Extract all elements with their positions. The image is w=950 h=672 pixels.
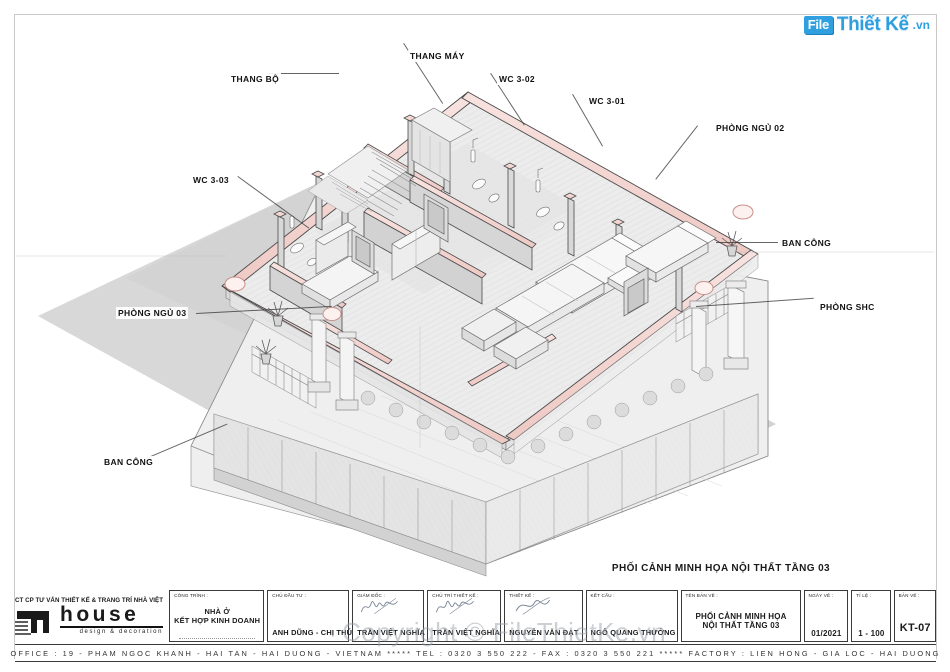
field-caption: TỈ LỆ :	[856, 593, 872, 598]
annotation-phong-ngu-02: PHÒNG NGỦ 02	[714, 122, 787, 134]
perspective-drawing: THANG MÁY THANG BỘ WC 3-02 WC 3-01 PHÒNG…	[16, 16, 934, 596]
filethietke-logo: File Thiết Kế .vn	[803, 14, 930, 36]
field-chu-dau-tu: CHỦ ĐẦU TƯ : ANH DŨNG - CHỊ THÚY	[267, 590, 358, 642]
field-thiet-ke: THIẾT KẾ : NGUYỄN VĂN ĐẠT	[504, 590, 583, 642]
sheet-footer: OFFICE : 19 - PHAM NGOC KHANH - HAI TAN …	[11, 644, 938, 662]
field-caption: CÔNG TRÌNH :	[174, 593, 209, 598]
field-value: NHÀ Ở KẾT HỢP KINH DOANH	[174, 606, 261, 625]
drawing-sheet: File Thiết Kế .vn THANG MÁY THANG BỘ WC …	[0, 0, 950, 672]
field-caption: GIÁM ĐỐC :	[357, 593, 385, 598]
field-caption: NGÀY VẼ :	[808, 593, 834, 598]
field-ban-ve: BẢN VẼ : KT-07	[893, 590, 936, 642]
field-ngay-ve: NGÀY VẼ : 01/2021	[803, 590, 849, 642]
field-ty-le: TỈ LỆ : 1 - 100	[851, 590, 891, 642]
field-ten-ban-ve: TÊN BẢN VẼ : PHỐI CẢNH MINH HỌA NỘI THẤT …	[680, 590, 801, 642]
field-caption: CHỦ ĐẦU TƯ :	[272, 593, 307, 598]
field-caption: TÊN BẢN VẼ :	[685, 593, 718, 598]
annotation-wc-3-01: WC 3-01	[587, 95, 627, 107]
field-value: NGUYỄN VĂN ĐẠT	[509, 628, 579, 638]
field-caption: KẾT CẤU :	[590, 593, 615, 598]
brand-tld: .vn	[912, 18, 930, 32]
dotted-rule	[179, 638, 256, 639]
leader-line	[716, 242, 778, 243]
annotation-thang-bo: THANG BỘ	[229, 73, 282, 85]
field-cong-trinh: CÔNG TRÌNH : NHÀ Ở KẾT HỢP KINH DOANH	[169, 590, 265, 642]
field-value: KT-07	[899, 622, 931, 635]
house-logo-mark	[15, 607, 57, 635]
field-ket-cau: KẾT CẤU : NGÔ QUANG THƯỞNG	[585, 590, 678, 642]
annotation-wc-3-03: WC 3-03	[191, 174, 231, 186]
footer-text: OFFICE : 19 - PHAM NGOC KHANH - HAI TAN …	[10, 648, 941, 658]
field-value: 1 - 100	[858, 628, 885, 638]
annotation-ban-cong-right: BAN CÔNG	[780, 237, 834, 249]
field-caption: THIẾT KẾ :	[509, 593, 535, 598]
field-value: PHỐI CẢNH MINH HỌA NỘI THẤT TẦNG 03	[695, 611, 787, 630]
brand-file-badge: File	[803, 16, 833, 34]
field-caption: BẢN VẼ :	[898, 593, 920, 598]
field-value: 01/2021	[811, 628, 842, 638]
field-chu-tri-thiet-ke: CHỦ TRÌ THIẾT KẾ : TRẦN VIỆT NGHĨA	[427, 590, 502, 642]
field-value: NGÔ QUANG THƯỞNG	[590, 628, 676, 638]
field-value: TRẦN VIỆT NGHĨA	[432, 628, 501, 638]
logo-row: house design & decoration	[15, 604, 164, 635]
field-value: TRẦN VIỆT NGHĨA	[357, 628, 426, 638]
annotation-phong-ngu-03: PHÒNG NGỦ 03	[116, 307, 189, 319]
company-logo-block: CT CP TƯ VẤN THIẾT KẾ & TRANG TRÍ NHÀ VI…	[15, 590, 164, 642]
annotation-phong-shc: PHÒNG SHC	[818, 301, 877, 313]
annotation-ban-cong-left: BAN CÔNG	[102, 456, 156, 468]
house-tagline: design & decoration	[79, 628, 164, 635]
drawing-caption: PHỐI CẢNH MINH HỌA NỘI THẤT TẦNG 03	[611, 563, 830, 574]
floorplan-3d-svg	[16, 91, 934, 577]
field-giam-doc: GIÁM ĐỐC : TRẦN VIỆT NGHĨA	[352, 590, 426, 642]
annotation-wc-3-02: WC 3-02	[497, 73, 537, 85]
field-value: ANH DŨNG - CHỊ THÚY	[272, 628, 358, 638]
title-block: CT CP TƯ VẤN THIẾT KẾ & TRANG TRÍ NHÀ VI…	[15, 590, 936, 642]
annotation-thang-may: THANG MÁY	[408, 50, 467, 62]
field-caption: CHỦ TRÌ THIẾT KẾ :	[432, 593, 479, 598]
brand-name: Thiết Kế	[836, 14, 909, 35]
house-wordmark: house	[60, 604, 164, 628]
